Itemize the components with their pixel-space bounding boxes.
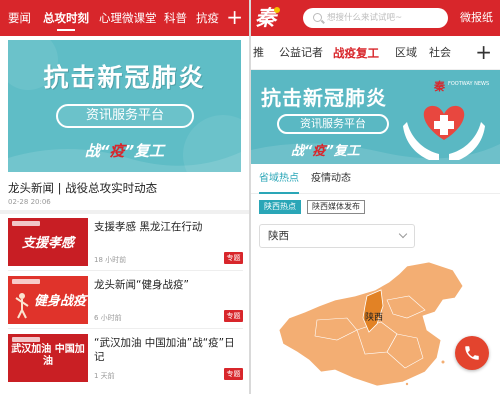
banner-title: 抗击新冠肺炎 [43,63,206,92]
province-select[interactable]: 陕西 [259,224,415,248]
brand-mark: 秦 [434,80,445,93]
thumbnail-logo [12,337,40,342]
campaign-banner[interactable]: 抗击新冠肺炎 资讯服务平台 战“疫”复工 秦 FOOTWAY NEWS [251,70,500,164]
news-item[interactable]: 武汉加油 中国加油 “武汉加油 中国加油”战“疫”日记 1 天前 专题 [0,330,249,386]
china-map[interactable]: 陕西 [257,260,493,390]
tab-zonggong-shike[interactable]: 总攻时刻 [43,0,89,36]
chip-shaanxi-hotspot[interactable]: 陕西热点 [259,200,301,214]
feature-headline[interactable]: 龙头新闻 | 战役总攻实时动态 [8,180,157,196]
tab-zhanyi-fugong[interactable]: 战疫复工 [333,36,379,69]
campaign-banner[interactable]: 抗击新冠肺炎 资讯服务平台 战“疫”复工 [8,40,241,172]
banner-slogan: 战“疫”复工 [84,142,165,160]
tab-xinli-weiketang[interactable]: 心理微课堂 [99,0,157,36]
news-title: 龙头新闻“健身战疫” [94,279,189,291]
right-phone-screen: 秦 想搜什么来试试吧~ 微报纸 推 公益记者 战疫复工 区域 社会 + 抗击新冠… [251,0,500,394]
list-divider [8,328,243,329]
hotline-call-button[interactable] [455,336,489,370]
topic-badge: 专题 [224,310,243,322]
phone-icon [465,346,479,360]
chevron-down-icon [398,229,408,239]
chip-shaanxi-media[interactable]: 陕西媒体发布 [307,200,365,214]
logo-dot [274,7,280,13]
news-time: 1 天前 [94,372,115,380]
news-time: 18 小时前 [94,256,127,264]
news-item[interactable]: 健身战疫 龙头新闻“健身战疫” 6 小时前 专题 [0,272,249,328]
thumbnail-caption: 支援孝感 [21,236,74,251]
map-island [441,360,445,364]
map-province-label: 陕西 [365,311,383,323]
banner-subtitle: 资讯服务平台 [277,114,389,134]
tab-quyu[interactable]: 区域 [395,36,417,69]
tab-tui[interactable]: 推 [253,36,264,69]
search-placeholder: 想搜什么来试试吧~ [327,13,403,23]
tab-kangyi[interactable]: 抗疫 [196,0,219,36]
list-divider [8,270,243,271]
tab-yiqing-dongtai[interactable]: 疫情动态 [311,164,351,194]
add-channel-button[interactable]: + [475,36,492,68]
app-header: 秦 想搜什么来试试吧~ 微报纸 [251,0,500,36]
news-thumbnail: 支援孝感 [8,218,88,266]
feature-date: 02-28 20:06 [8,198,51,206]
tab-shengyu-redian[interactable]: 省域热点 [259,164,299,194]
banner-slogan: 战“疫”复工 [291,144,360,159]
tab-yaowen[interactable]: 要闻 [8,0,31,36]
top-channel-nav: 要闻 总攻时刻 心理微课堂 科普 抗疫 + [0,0,249,36]
sub-tabs: 省域热点 疫情动态 [251,164,500,194]
topic-badge: 专题 [224,368,243,380]
add-channel-button[interactable]: + [226,0,243,36]
topic-badge: 专题 [224,252,243,264]
heart-hands-icon [403,105,485,160]
news-title: “武汉加油 中国加油”战“疫”日记 [94,337,235,363]
newspaper-button[interactable]: 微报纸 [460,0,493,36]
province-select-value: 陕西 [268,230,289,242]
brand-subtitle: FOOTWAY NEWS [448,81,490,87]
search-icon [313,13,322,22]
search-input[interactable]: 想搜什么来试试吧~ [303,8,448,28]
banner-subtitle: 资讯服务平台 [56,104,194,128]
thumbnail-caption: 武汉加油 中国加油 [11,344,85,367]
thumbnail-logo [12,221,40,226]
map-island [405,382,409,386]
tab-kepu[interactable]: 科普 [164,0,187,36]
news-thumbnail: 健身战疫 [8,276,88,324]
left-phone-screen: 要闻 总攻时刻 心理微课堂 科普 抗疫 + 抗击新冠肺炎 资讯服务平台 战“疫”… [0,0,249,394]
news-item[interactable]: 支援孝感 支援孝感 黑龙江在行动 18 小时前 专题 [0,214,249,270]
thumbnail-caption: 健身战疫 [33,294,86,309]
news-thumbnail: 武汉加油 中国加油 [8,334,88,382]
tab-gongyi-jizhe[interactable]: 公益记者 [279,36,323,69]
channel-tabs: 推 公益记者 战疫复工 区域 社会 + [251,36,500,70]
news-title: 支援孝感 黑龙江在行动 [94,221,203,233]
news-time: 6 小时前 [94,314,122,322]
banner-title: 抗击新冠肺炎 [261,86,387,110]
app-logo[interactable]: 秦 [255,6,285,32]
tab-shehui[interactable]: 社会 [429,36,451,69]
